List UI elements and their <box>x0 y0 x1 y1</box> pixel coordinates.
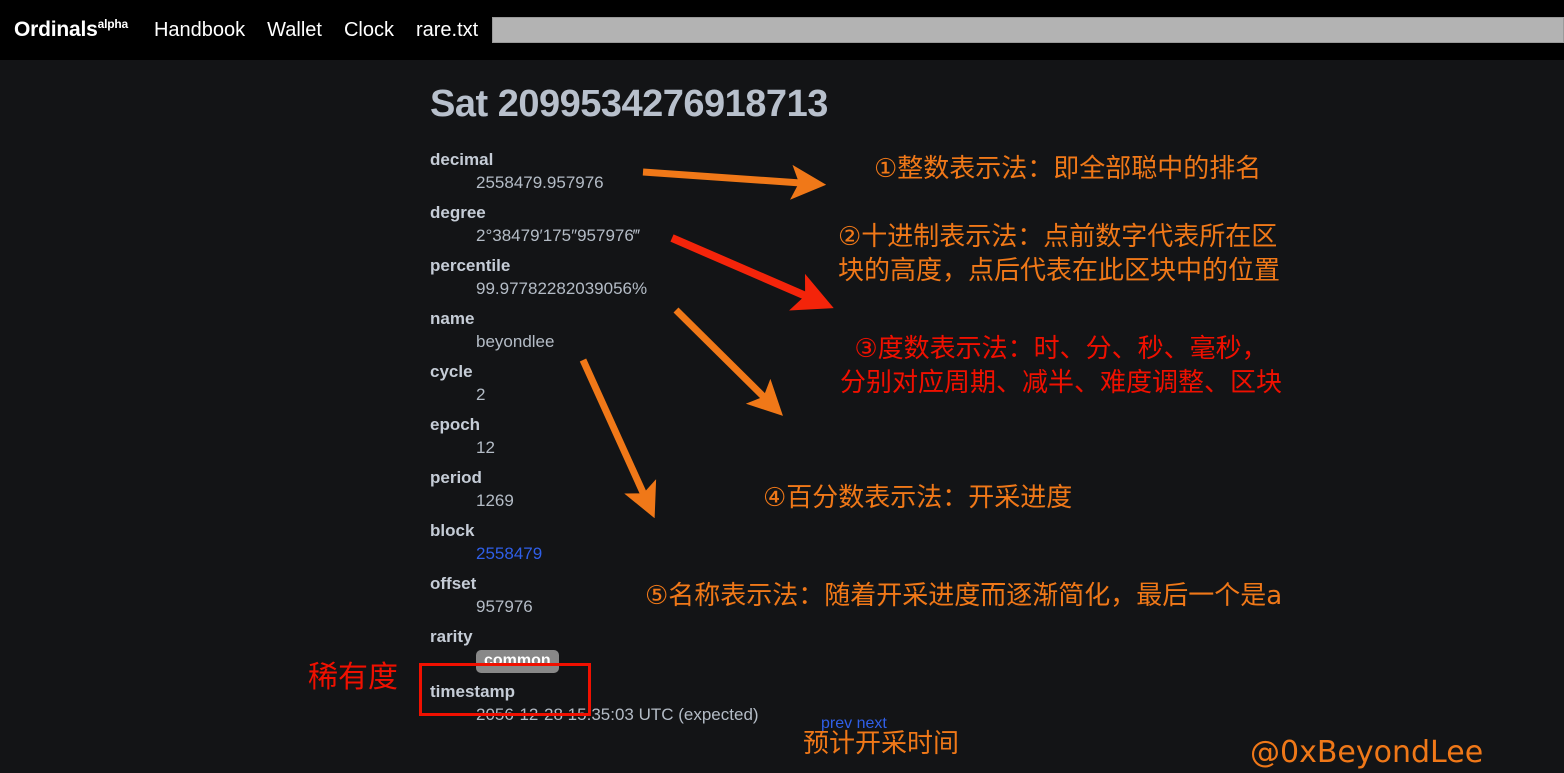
site-logo-text: Ordinals <box>14 18 98 41</box>
site-logo[interactable]: Ordinalsalpha <box>14 18 128 42</box>
field-value-percentile: 99.97782282039056% <box>476 279 648 298</box>
field-value-name: beyondlee <box>476 332 555 351</box>
nav-link-handbook[interactable]: Handbook <box>154 19 245 42</box>
field-value-degree: 2°38479′175″957976‴ <box>476 226 640 245</box>
annotation-3-degree-notation: ③度数表示法：时、分、秒、毫秒， 分别对应周期、减半、难度调整、区块 <box>840 334 1283 399</box>
field-value-epoch: 12 <box>476 438 495 457</box>
field-value-block[interactable]: 2558479 <box>476 542 900 565</box>
field-value-cycle: 2 <box>476 385 486 404</box>
field-label-percentile: percentile <box>430 256 511 275</box>
field-label-epoch: epoch <box>430 415 481 434</box>
annotation-rarity-label: 稀有度 <box>308 660 398 695</box>
site-logo-superscript: alpha <box>97 17 129 31</box>
annotation-5-name-notation: ⑤名称表示法：随着开采进度而逐渐简化，最后一个是a <box>645 581 1283 611</box>
main-content: Sat 2099534276918713 decimal 2558479.9579… <box>0 60 1564 770</box>
field-value-decimal: 2558479.957976 <box>476 173 604 192</box>
rarity-badge: common <box>476 650 559 673</box>
field-label-block: block <box>430 521 475 540</box>
watermark-handle: @0xBeyondLee <box>1250 735 1484 770</box>
annotation-mining-time-label: 预计开采时间 <box>803 729 960 759</box>
field-label-name: name <box>430 309 475 328</box>
page-title: Sat 2099534276918713 <box>430 83 828 125</box>
annotation-1-integer-notation: ①整数表示法：即全部聪中的排名 <box>874 154 1262 184</box>
field-label-timestamp: timestamp <box>430 682 516 701</box>
search-input[interactable] <box>492 17 1564 43</box>
sat-attribute-list: decimal 2558479.957976 degree 2°38479′175″9… <box>430 148 900 733</box>
annotation-4-percentile-notation: ④百分数表示法：开采进度 <box>763 483 1073 513</box>
nav-link-wallet[interactable]: Wallet <box>267 19 322 42</box>
top-navigation-bar: Ordinalsalpha Handbook Wallet Clock rare… <box>0 0 1564 60</box>
field-label-cycle: cycle <box>430 362 473 381</box>
field-label-degree: degree <box>430 203 486 222</box>
nav-link-clock[interactable]: Clock <box>344 19 394 42</box>
field-value-rarity: common <box>476 648 900 673</box>
field-label-rarity: rarity <box>430 627 473 646</box>
field-label-decimal: decimal <box>430 150 494 169</box>
annotation-2-decimal-notation: ②十进制表示法：点前数字代表所在区 块的高度，点后代表在此区块中的位置 <box>838 222 1281 287</box>
nav-link-rare-txt[interactable]: rare.txt <box>416 19 478 42</box>
